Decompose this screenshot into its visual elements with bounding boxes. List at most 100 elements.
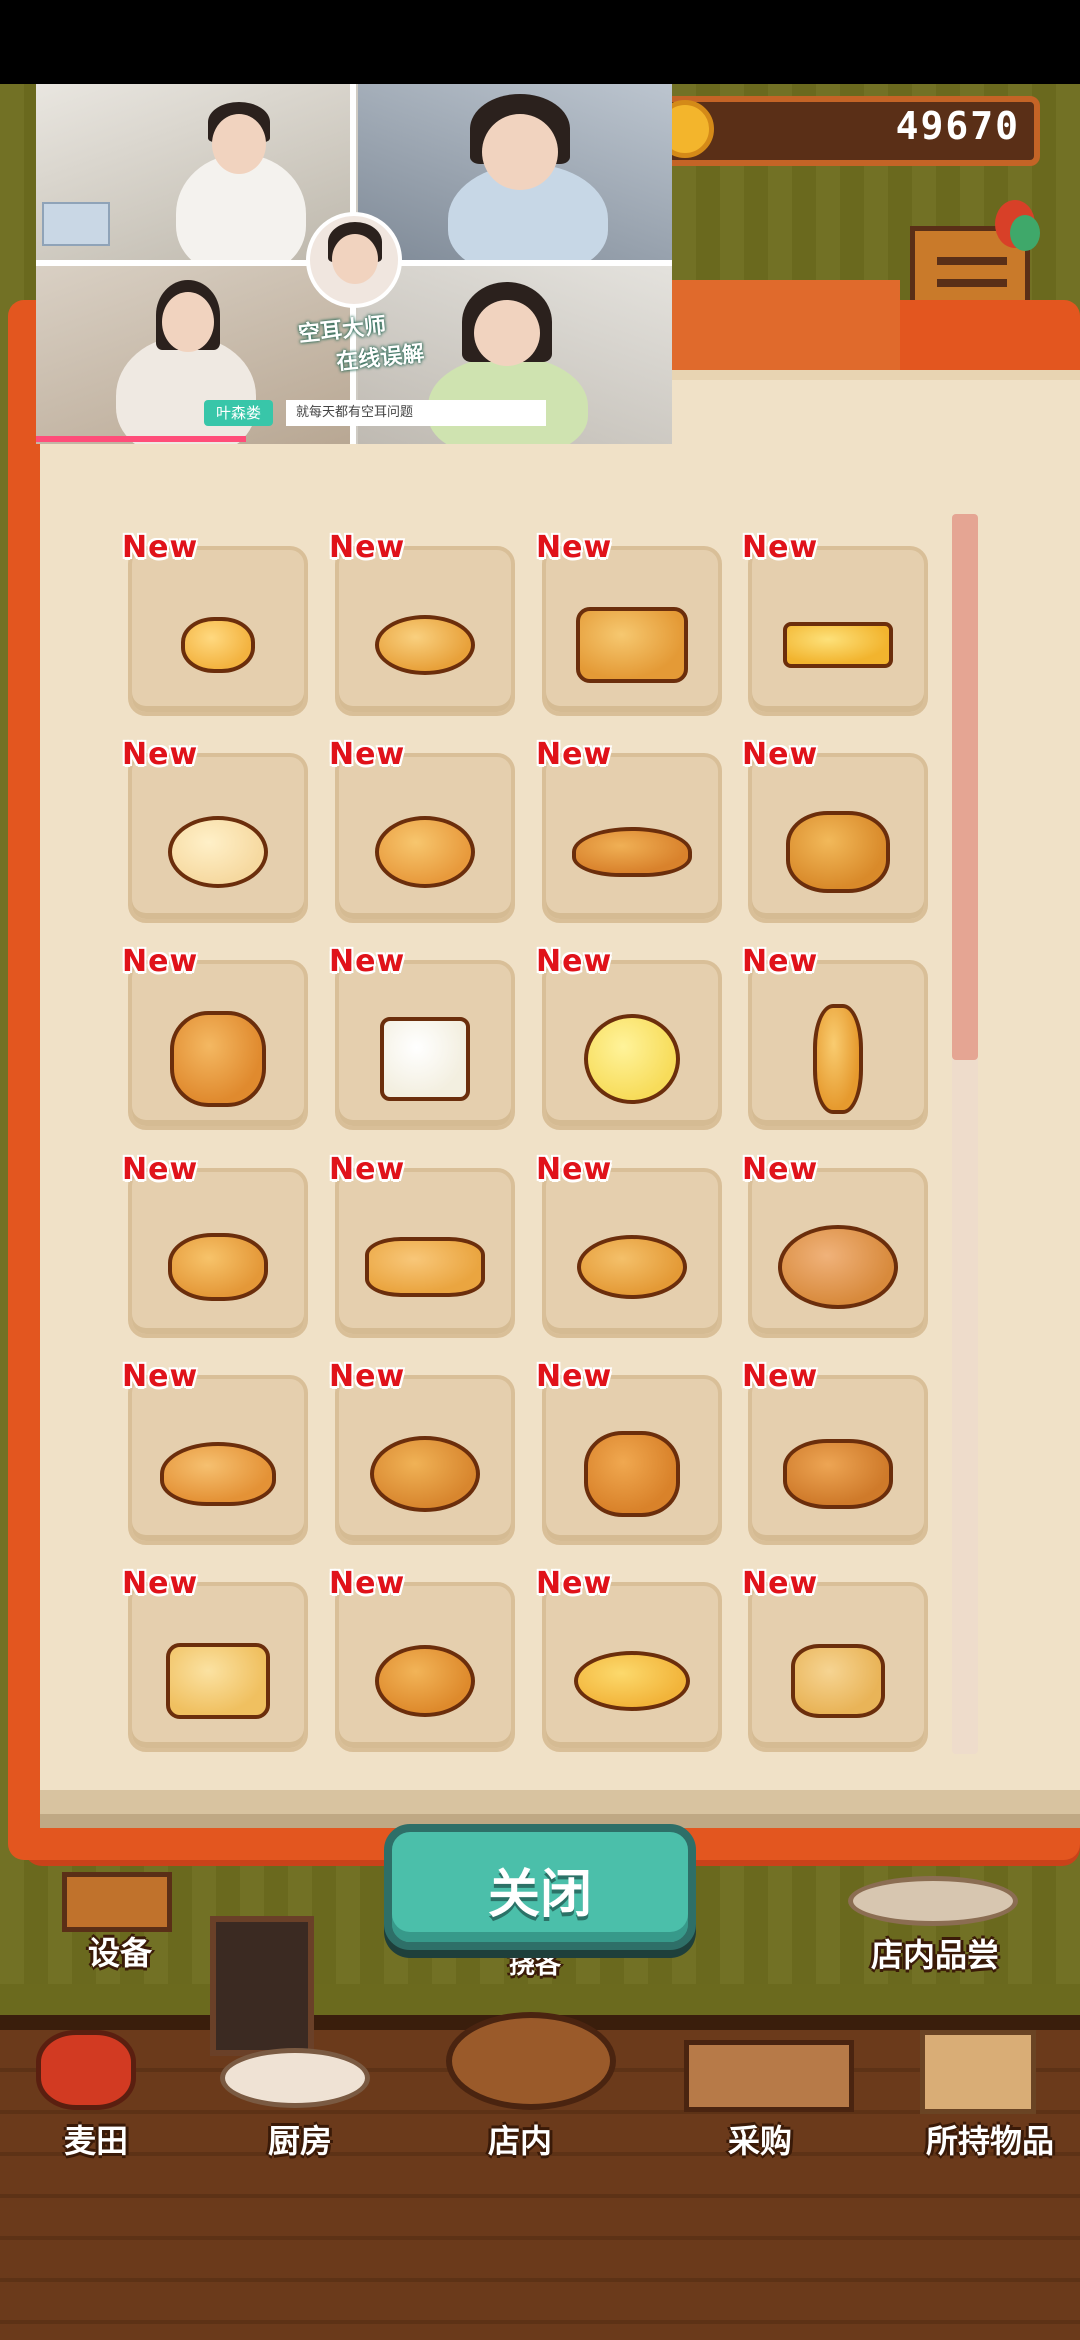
new-badge: New	[742, 737, 819, 772]
video-cell	[36, 84, 354, 262]
new-badge: New	[536, 944, 613, 979]
video-subtitle: 就每天都有空耳问题	[286, 400, 546, 426]
video-overlay[interactable]: 空耳大师 在线误解 叶森娄 就每天都有空耳问题	[36, 84, 672, 444]
guest-avatar	[306, 212, 402, 308]
new-badge: New	[329, 530, 406, 565]
new-badge: New	[742, 1566, 819, 1601]
purchase-icon[interactable]	[684, 2040, 854, 2112]
small-round-bun-icon	[181, 617, 255, 673]
bread-slot[interactable]	[542, 753, 722, 923]
close-button-label[interactable]: 关闭	[384, 1852, 696, 1927]
inventory-box-icon[interactable]	[920, 2030, 1036, 2114]
bread-slot[interactable]	[128, 546, 308, 716]
video-name-tag: 叶森娄	[204, 400, 274, 426]
donut-icon	[375, 816, 475, 888]
bread-slot[interactable]	[128, 753, 308, 923]
new-badge: New	[536, 1359, 613, 1394]
wheat-field-icon[interactable]	[36, 2030, 136, 2110]
new-badge: New	[329, 1566, 406, 1601]
new-badge: New	[742, 1359, 819, 1394]
bread-slot[interactable]	[335, 1375, 515, 1545]
new-badge: New	[536, 737, 613, 772]
bread-slot[interactable]	[542, 1168, 722, 1338]
bread-roll-icon	[375, 615, 475, 675]
danish-pastry-icon	[786, 811, 890, 893]
bread-slot[interactable]	[335, 546, 515, 716]
bread-slot[interactable]	[748, 753, 928, 923]
new-badge: New	[742, 1152, 819, 1187]
jam-danish-icon	[778, 1225, 898, 1309]
oval-bun-icon	[577, 1235, 687, 1299]
loaf-bread-icon	[576, 607, 688, 683]
bread-slot[interactable]	[542, 1582, 722, 1752]
bagel-icon	[168, 816, 268, 888]
bread-slot[interactable]	[128, 1582, 308, 1752]
new-badge: New	[122, 737, 199, 772]
bread-slot[interactable]	[748, 1168, 928, 1338]
new-badge: New	[742, 944, 819, 979]
egg-toast-icon	[166, 1643, 270, 1719]
new-badge: New	[122, 1152, 199, 1187]
new-badge: New	[536, 1566, 613, 1601]
bread-slot[interactable]	[542, 1375, 722, 1545]
equipment-label[interactable]: 设备	[60, 1928, 180, 1974]
melon-pan-icon	[584, 1014, 680, 1104]
bread-slot[interactable]	[748, 1375, 928, 1545]
castella-cake-icon	[783, 622, 893, 668]
burger-icon	[791, 1644, 885, 1718]
new-badge: New	[536, 1152, 613, 1187]
video-cell	[358, 84, 672, 262]
tasting-plate-icon[interactable]	[848, 1876, 1018, 1926]
tasting-label[interactable]: 店内品尝	[860, 1930, 1010, 1976]
equipment-icon[interactable]	[62, 1872, 172, 1932]
chocolate-pastry-icon	[783, 1439, 893, 1509]
bottom-nav-inventory-box-label[interactable]: 所持物品	[900, 2116, 1080, 2162]
bread-slot[interactable]	[128, 1375, 308, 1545]
bread-slot[interactable]	[335, 1168, 515, 1338]
apple-pie-icon	[375, 1645, 475, 1717]
bread-slot[interactable]	[542, 546, 722, 716]
bread-slot[interactable]	[335, 960, 515, 1130]
bread-slot[interactable]	[128, 960, 308, 1130]
bread-slot[interactable]	[335, 1582, 515, 1752]
topped-focaccia-icon	[365, 1237, 485, 1297]
new-badge: New	[122, 530, 199, 565]
bottom-nav-wheat-field-label[interactable]: 麦田	[36, 2116, 156, 2162]
baguette-icon	[813, 1004, 863, 1114]
bunny-bread-icon	[170, 1011, 266, 1107]
new-badge: New	[122, 1566, 199, 1601]
bear-bread-icon	[584, 1431, 680, 1517]
bread-slot[interactable]	[748, 1582, 928, 1752]
bread-slot[interactable]	[128, 1168, 308, 1338]
balloon-icon	[1010, 215, 1040, 251]
scrollbar-thumb[interactable]	[952, 514, 978, 1060]
new-badge: New	[122, 1359, 199, 1394]
sandwich-icon	[380, 1017, 470, 1101]
coin-count: 49670	[895, 104, 1020, 148]
cornet-icon	[160, 1442, 276, 1506]
bread-slot[interactable]	[748, 960, 928, 1130]
bread-slot[interactable]	[335, 753, 515, 923]
bottom-nav-purchase-label[interactable]: 采购	[700, 2116, 820, 2162]
menu-board-icon[interactable]	[210, 1916, 314, 2056]
sprinkle-tart-icon	[168, 1233, 268, 1301]
herb-bread-icon	[370, 1436, 480, 1512]
new-badge: New	[329, 1152, 406, 1187]
croissant-icon	[572, 827, 692, 877]
status-bar	[0, 0, 1080, 84]
kitchen-icon[interactable]	[220, 2048, 370, 2108]
new-badge: New	[742, 530, 819, 565]
new-badge: New	[329, 1359, 406, 1394]
cream-croissant-icon	[574, 1651, 690, 1711]
bread-slot[interactable]	[542, 960, 722, 1130]
page-edge	[40, 1790, 1080, 1814]
new-badge: New	[329, 737, 406, 772]
appliance-box	[42, 202, 110, 246]
store-icon[interactable]	[446, 2012, 616, 2110]
bottom-nav-kitchen-label[interactable]: 厨房	[240, 2116, 360, 2162]
video-progress-bar	[36, 436, 246, 442]
new-badge: New	[122, 944, 199, 979]
new-badge: New	[536, 530, 613, 565]
bread-slot[interactable]	[748, 546, 928, 716]
bottom-nav-store-label[interactable]: 店内	[460, 2116, 580, 2162]
